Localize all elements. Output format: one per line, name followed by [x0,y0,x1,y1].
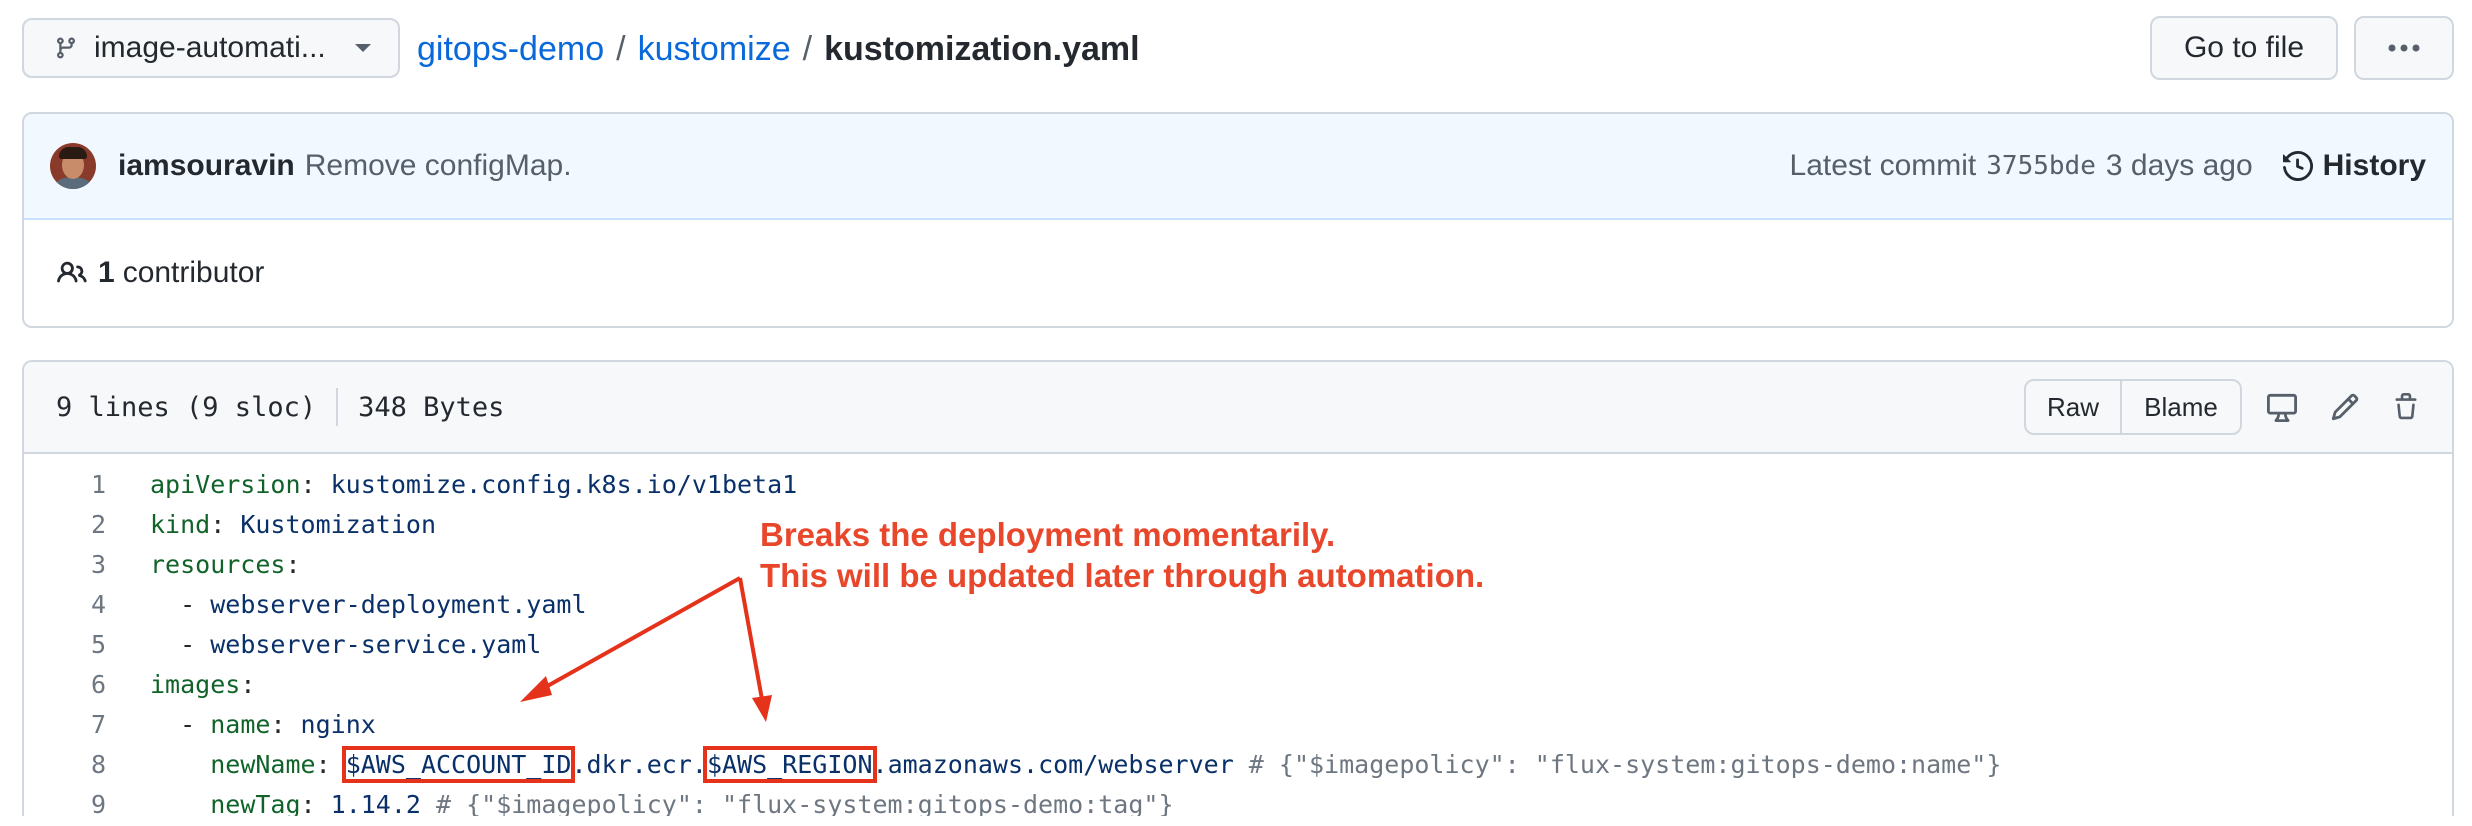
breadcrumb-folder-link[interactable]: kustomize [638,30,791,69]
commit-hash-link[interactable]: 3755bde [1986,151,2096,181]
file-size: 348 Bytes [358,391,505,423]
breadcrumb-separator: / [616,29,626,68]
blame-button[interactable]: Blame [2122,381,2240,433]
latest-commit-label: Latest commit [1789,149,1977,182]
latest-commit-box: iamsouravin Remove configMap. Latest com… [22,112,2454,328]
history-icon [2282,151,2323,181]
git-branch-icon [54,34,78,62]
divider [336,388,339,426]
annotation-line-1: Breaks the deployment momentarily. [760,516,1336,553]
code-body: 1 apiVersion: kustomize.config.k8s.io/v1… [24,454,2452,817]
commit-row: iamsouravin Remove configMap. Latest com… [24,114,2452,220]
code-line: 6 images: [24,664,2452,704]
annotation-text: Breaks the deployment momentarily. This … [760,514,1484,596]
desktop-icon[interactable] [2266,392,2298,422]
raw-button[interactable]: Raw [2026,381,2122,433]
line-number[interactable]: 5 [24,630,106,659]
avatar[interactable] [50,143,96,189]
file-lines-info: 9 lines (9 sloc) [56,391,317,423]
commit-author-link[interactable]: iamsouravin [118,149,295,183]
branch-selector-button[interactable]: image-automati... [22,18,400,78]
kebab-horizontal-icon [2386,43,2422,53]
code-line: 9 newTag: 1.14.2 # {"$imagepolicy": "flu… [24,784,2452,817]
file-actions [2266,392,2420,422]
file-header: 9 lines (9 sloc) 348 Bytes Raw Blame [24,362,2452,454]
breadcrumb-repo-link[interactable]: gitops-demo [417,30,604,69]
line-number[interactable]: 2 [24,510,106,539]
breadcrumb: gitops-demo / kustomize / kustomization.… [417,26,1140,72]
more-options-button[interactable] [2354,16,2454,80]
breadcrumb-current-file: kustomization.yaml [824,29,1140,68]
line-number[interactable]: 6 [24,670,106,699]
people-icon [56,258,88,288]
go-to-file-button[interactable]: Go to file [2150,16,2338,80]
trash-icon[interactable] [2392,392,2420,422]
line-number[interactable]: 3 [24,550,106,579]
line-number[interactable]: 7 [24,710,106,739]
line-number[interactable]: 8 [24,750,106,779]
branch-name: image-automati... [94,31,326,64]
annotation-line-2: This will be updated later through autom… [760,557,1485,594]
aws-region-highlight: $AWS_REGION [702,745,877,783]
history-label: History [2322,149,2426,182]
commit-meta: Latest commit 3755bde 3 days ago History [1790,149,2426,183]
breadcrumb-separator: / [802,29,813,68]
code-line: 7 - name: nginx [24,704,2452,744]
aws-account-id-highlight: $AWS_ACCOUNT_ID [341,745,576,783]
contributor-label: contributor [122,256,265,289]
caret-down-icon [354,43,372,53]
raw-blame-group: Raw Blame [2024,379,2242,435]
line-number[interactable]: 1 [24,470,106,499]
commit-message-link[interactable]: Remove configMap. [305,149,572,183]
pencil-icon[interactable] [2330,392,2360,422]
history-link[interactable]: History [2282,149,2426,183]
code-line: 5 - webserver-service.yaml [24,624,2452,664]
contributors-row[interactable]: 1 contributor [24,220,2452,326]
contributor-count: 1 [98,256,115,289]
code-line: 8 newName: $AWS_ACCOUNT_ID.dkr.ecr.$AWS_… [24,744,2452,784]
line-number[interactable]: 9 [24,790,106,817]
commit-time: 3 days ago [2105,149,2253,182]
code-line: 1 apiVersion: kustomize.config.k8s.io/v1… [24,464,2452,504]
line-number[interactable]: 4 [24,590,106,619]
